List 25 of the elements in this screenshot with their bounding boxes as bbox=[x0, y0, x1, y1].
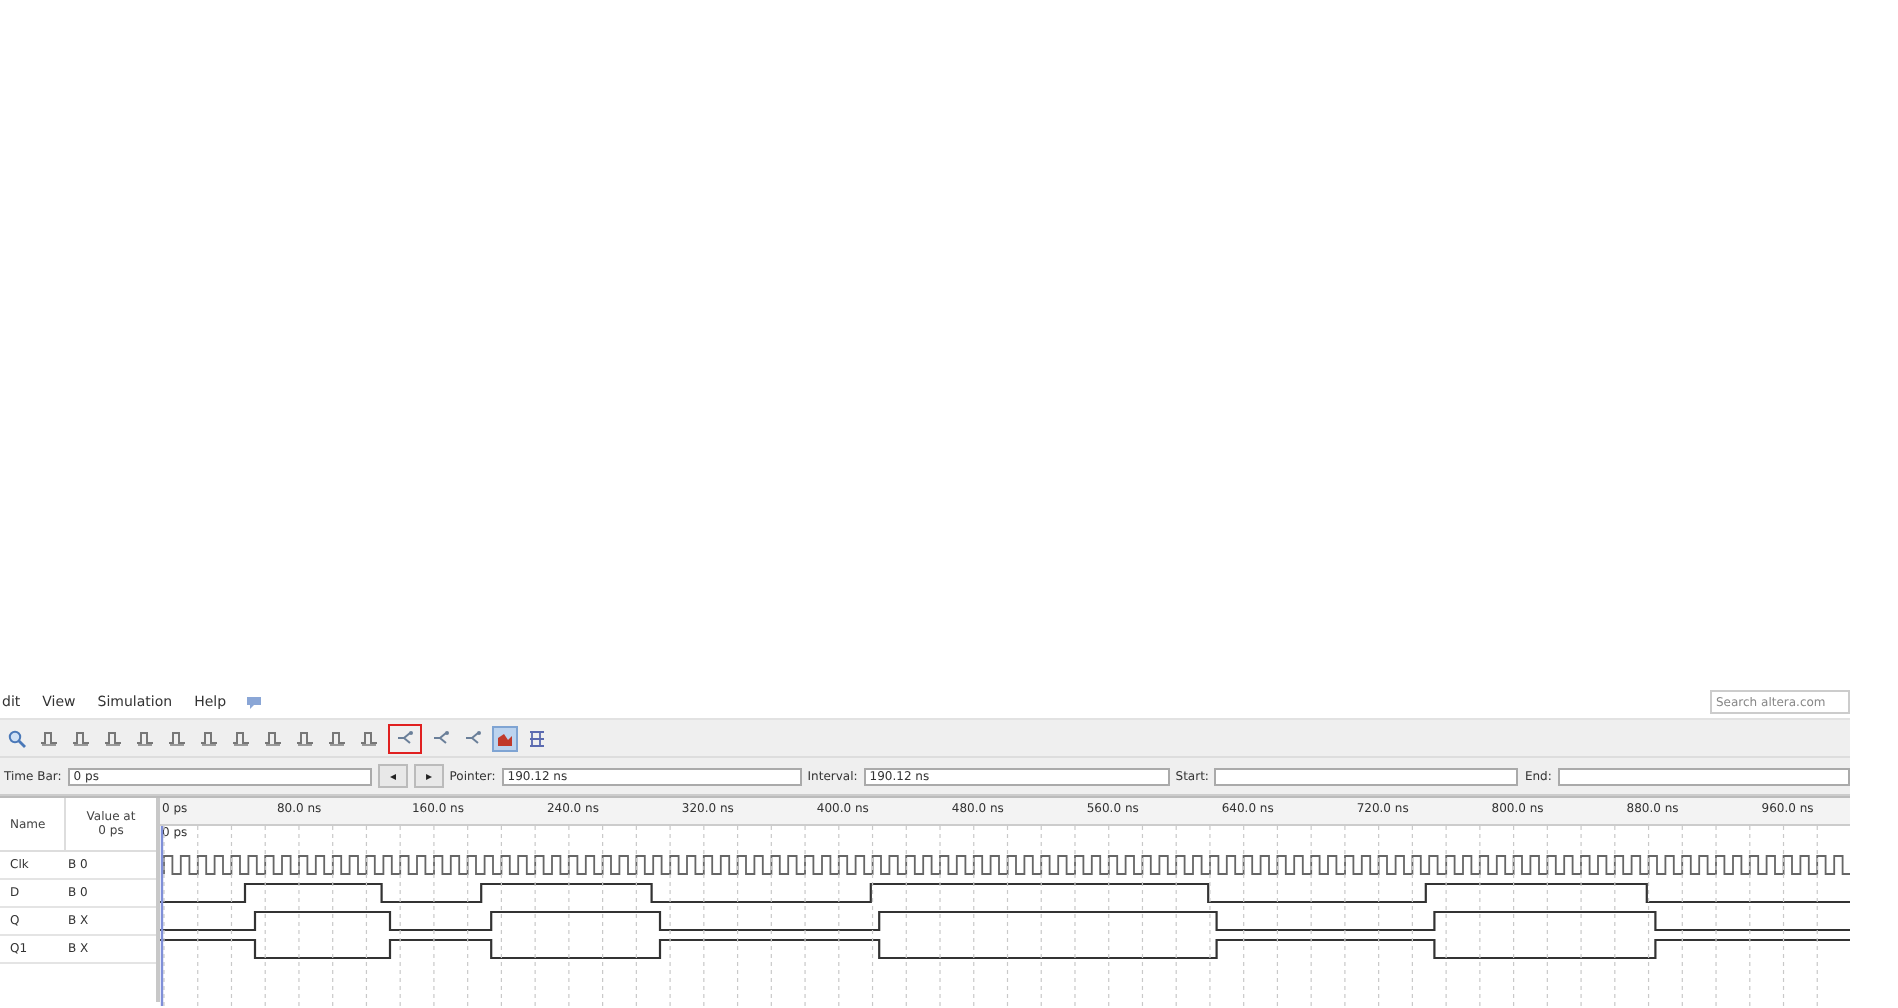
waveform-icon bbox=[136, 730, 154, 746]
waveform-icon bbox=[40, 730, 58, 746]
end-field[interactable] bbox=[1557, 767, 1850, 785]
toolbar-button[interactable] bbox=[492, 725, 518, 751]
zoom-icon bbox=[8, 729, 26, 747]
waveform-icon bbox=[328, 730, 346, 746]
waveform-node-icon bbox=[432, 730, 450, 746]
toolbar-button[interactable] bbox=[388, 723, 422, 753]
time-cursor-line[interactable] bbox=[160, 826, 164, 1006]
grid-icon bbox=[528, 729, 546, 747]
waveform-icon bbox=[200, 730, 218, 746]
waveform-node-icon bbox=[464, 730, 482, 746]
waveform-icon bbox=[168, 730, 186, 746]
waveform-icon bbox=[72, 730, 90, 746]
toolbar-button[interactable] bbox=[524, 725, 550, 751]
toolbar-button[interactable] bbox=[4, 725, 30, 751]
waveform-icon bbox=[104, 730, 122, 746]
waveform-icon bbox=[264, 730, 282, 746]
waveform-icon bbox=[232, 730, 250, 746]
start-field[interactable] bbox=[1214, 767, 1519, 785]
chart-icon bbox=[496, 729, 514, 747]
waveform-icon bbox=[360, 730, 378, 746]
waveform-icon bbox=[296, 730, 314, 746]
waveform-node-icon bbox=[396, 730, 414, 746]
help-icon[interactable] bbox=[246, 695, 263, 709]
